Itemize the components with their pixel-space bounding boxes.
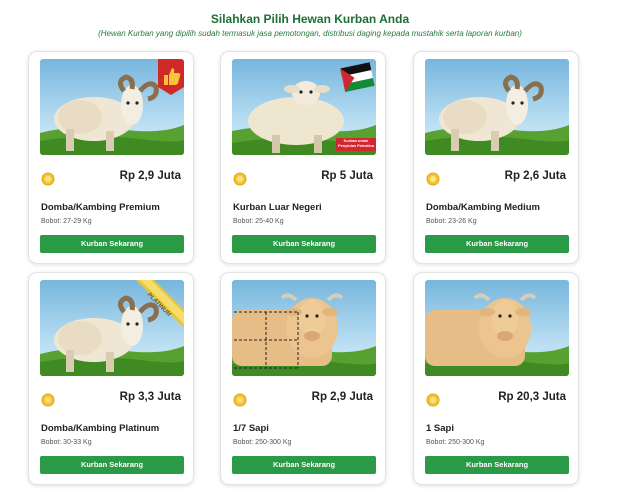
product-weight: Bobot: 250-300 Kg xyxy=(426,439,485,446)
product-weight: Bobot: 25-40 Kg xyxy=(233,218,284,225)
kurban-sekarang-button[interactable]: Kurban Sekarang xyxy=(232,456,376,474)
product-price: Rp 5 Juta xyxy=(321,170,373,182)
product-name: 1/7 Sapi xyxy=(233,423,269,434)
product-card-sapi-satu[interactable]: Rp 20,3 Juta 1 Sapi Bobot: 250-300 Kg Ku… xyxy=(413,272,579,485)
coin-icon xyxy=(233,393,247,407)
page-title: Silahkan Pilih Hewan Kurban Anda xyxy=(210,12,410,26)
product-price: Rp 2,9 Juta xyxy=(119,170,181,182)
product-name: Domba/Kambing Platinum xyxy=(41,423,160,434)
goat-photo: PLATINUM xyxy=(40,280,184,376)
product-name: Kurban Luar Negeri xyxy=(233,202,322,213)
palestine-banner-text: Kurban untuk Penyintas Palestina xyxy=(338,139,374,148)
platinum-ribbon-icon xyxy=(136,280,184,328)
kurban-sekarang-button[interactable]: Kurban Sekarang xyxy=(232,235,376,253)
product-card-luar-negeri[interactable]: Kurban untuk Penyintas Palestina Rp 5 Ju… xyxy=(220,51,386,264)
product-weight: Bobot: 23-26 Kg xyxy=(426,218,477,225)
thumbs-up-badge-icon xyxy=(158,59,184,95)
kurban-sekarang-button[interactable]: Kurban Sekarang xyxy=(40,456,184,474)
product-price: Rp 2,6 Juta xyxy=(504,170,566,182)
cow-photo xyxy=(425,280,569,376)
kurban-sekarang-button[interactable]: Kurban Sekarang xyxy=(40,235,184,253)
coin-icon xyxy=(41,393,55,407)
product-weight: Bobot: 30-33 Kg xyxy=(41,439,92,446)
goat-photo xyxy=(40,59,184,155)
cow-photo xyxy=(232,280,376,376)
product-card-platinum[interactable]: PLATINUM Rp 3,3 Juta Domba/Kambing Plati… xyxy=(28,272,194,485)
product-name: Domba/Kambing Medium xyxy=(426,202,541,213)
product-card-sapi-sepertujuh[interactable]: Rp 2,9 Juta 1/7 Sapi Bobot: 250-300 Kg K… xyxy=(220,272,386,485)
product-price: Rp 2,9 Juta xyxy=(311,391,373,403)
product-price: Rp 20,3 Juta xyxy=(498,391,566,403)
kurban-sekarang-button[interactable]: Kurban Sekarang xyxy=(425,235,569,253)
product-name: Domba/Kambing Premium xyxy=(41,202,160,213)
product-name: 1 Sapi xyxy=(426,423,454,434)
page-subtitle: (Hewan Kurban yang dipilih sudah termasu… xyxy=(98,29,522,38)
coin-icon xyxy=(426,393,440,407)
product-weight: Bobot: 27-29 Kg xyxy=(41,218,92,225)
product-card-medium[interactable]: Rp 2,6 Juta Domba/Kambing Medium Bobot: … xyxy=(413,51,579,264)
coin-icon xyxy=(233,172,247,186)
sheep-photo: Kurban untuk Penyintas Palestina xyxy=(232,59,376,155)
coin-icon xyxy=(41,172,55,186)
product-weight: Bobot: 250-300 Kg xyxy=(233,439,292,446)
kurban-sekarang-button[interactable]: Kurban Sekarang xyxy=(425,456,569,474)
product-price: Rp 3,3 Juta xyxy=(119,391,181,403)
product-card-premium[interactable]: Rp 2,9 Juta Domba/Kambing Premium Bobot:… xyxy=(28,51,194,264)
goat-photo xyxy=(425,59,569,155)
coin-icon xyxy=(426,172,440,186)
